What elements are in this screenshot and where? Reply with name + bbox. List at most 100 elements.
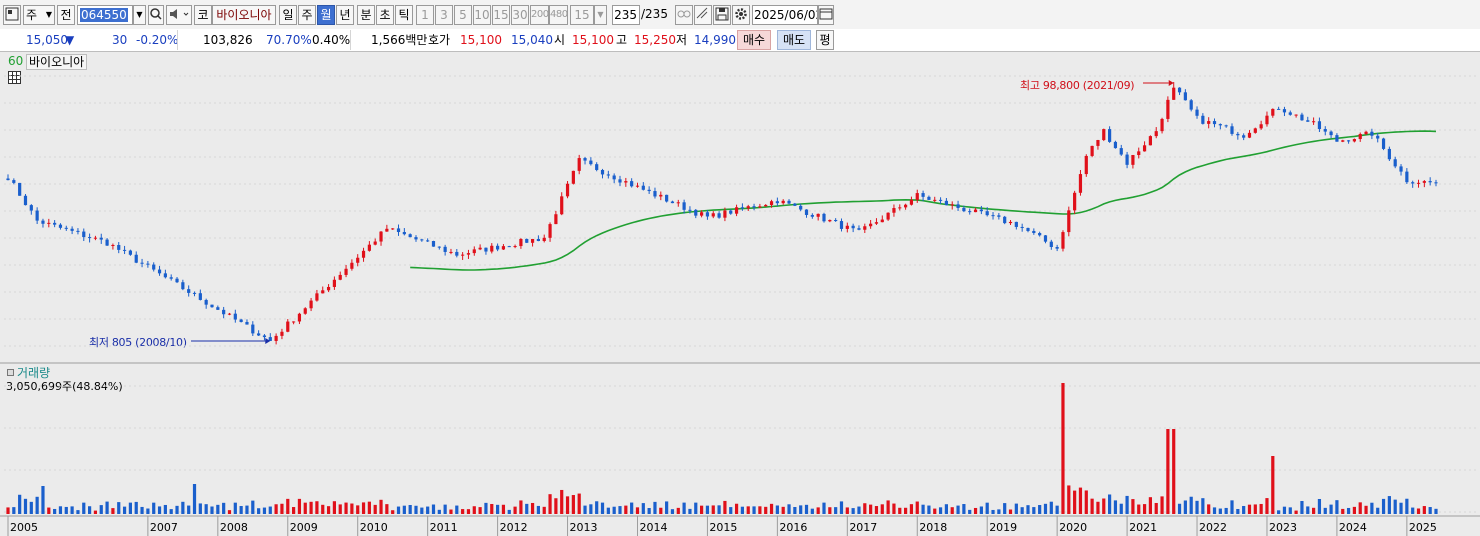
candle [810,214,814,217]
volume-bar [157,506,162,514]
candle [233,313,237,320]
candle [968,211,972,213]
volume-bar [973,507,978,514]
volume-bar [1043,503,1048,514]
volume-bar [461,509,465,514]
volume-bar [1329,504,1333,514]
candle [478,247,482,250]
candle [641,185,645,190]
volume-bar [152,502,156,514]
candle [408,234,412,238]
volume-bar [682,502,686,514]
volume-bar [163,504,167,514]
candle [1096,140,1100,146]
x-tick-label: 2009 [290,521,318,534]
volume-bar [420,507,424,514]
candle [1125,154,1129,165]
candle [1434,182,1438,184]
volume-bar [257,508,261,514]
volume-bar [799,505,803,514]
candle [385,228,389,232]
x-tick-label: 2019 [989,521,1017,534]
volume-bar [408,504,412,514]
candle [694,209,698,216]
volume-bar [1288,507,1292,514]
candle [1102,129,1106,141]
volume-bar [58,506,63,514]
candle [1090,145,1094,156]
candle [892,208,896,213]
volume-bar [845,507,849,514]
candle [571,170,575,184]
volume-bar [64,506,68,514]
candle [600,169,605,175]
volume-bar [449,509,453,514]
candle [1306,120,1310,122]
candle [490,245,494,252]
volume-bar [29,501,33,514]
volume-bar [1265,498,1269,514]
volume-bar [1201,498,1205,514]
volume-bar [869,504,873,514]
volume-bar [1061,383,1065,514]
candle [723,210,727,218]
x-tick-label: 2023 [1269,521,1297,534]
candle [630,181,634,187]
volume-bar [909,504,914,514]
candle [204,299,208,305]
volume-bar [589,504,593,514]
candle [1172,87,1176,100]
candle [41,220,45,224]
candle [799,205,803,210]
x-tick-label: 2010 [360,521,388,534]
volume-bar [822,502,826,514]
volume-bar [956,505,960,514]
candle [361,250,366,258]
volume-bar [1376,507,1380,514]
volume-bar [624,505,628,514]
candle [82,231,86,238]
candle [152,264,156,270]
volume-bar [717,505,721,514]
volume-bar [1020,507,1024,514]
volume-bar [1148,497,1152,514]
candle [1008,221,1013,224]
volume-bar [933,508,937,514]
volume-bar [711,505,715,514]
candle [1043,235,1048,242]
candle [536,238,540,242]
candle [472,249,476,254]
volume-bar [379,499,383,514]
stock-chart[interactable]: 2005 2007 2008 2009 2010 2011 2012 2013 2014 2015… [0,0,1480,536]
volume-bar [262,507,267,514]
x-tick-label: 2018 [919,521,947,534]
candle [1428,181,1432,183]
volume-bar [1166,429,1170,514]
candle [565,183,570,197]
volume-bar [414,505,418,514]
candle [1224,125,1228,127]
candle [157,269,162,274]
x-tick-label: 2007 [150,521,178,534]
candle [583,158,587,161]
candle [1370,131,1374,136]
volume-bar [1038,505,1042,514]
volume-bar [1416,508,1421,514]
candle [548,224,552,238]
candle [857,228,861,230]
candle [1113,141,1118,149]
volume-bar [1008,509,1013,514]
volume-bar [834,507,838,514]
volume-bar [1137,504,1141,514]
volume-bar [1207,504,1211,514]
candle [437,246,441,248]
candle [665,194,669,202]
candle [944,200,948,206]
volume-bar [1096,501,1100,514]
volume-bar [816,507,820,514]
x-tick-label: 2008 [220,521,248,534]
candle [1416,182,1421,184]
candle [560,196,564,215]
volume-bar [1236,508,1240,514]
candle [326,286,331,291]
